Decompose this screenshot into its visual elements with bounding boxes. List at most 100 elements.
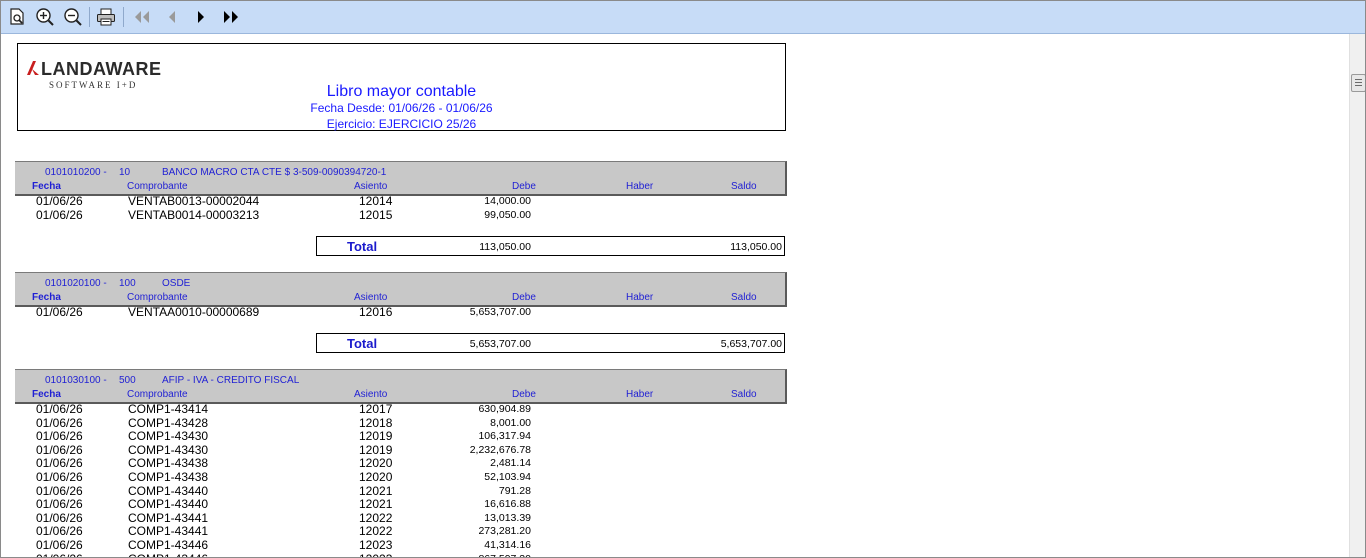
table-row: 01/06/26 VENTAB0014-00003213 12015 99,05… xyxy=(1,208,801,222)
row-comprobante: COMP1-43428 xyxy=(128,415,209,430)
table-row: 01/06/26 COMP1-43430 12019 2,232,676.78 xyxy=(1,443,801,457)
total-label: Total xyxy=(347,336,378,351)
zoom-in-icon[interactable] xyxy=(34,6,56,28)
column-header-debe: Debe xyxy=(512,292,536,303)
account-number: 10 xyxy=(119,167,131,178)
row-fecha: 01/06/26 xyxy=(36,497,83,512)
row-comprobante: COMP1-43438 xyxy=(128,456,209,471)
account-code: 0101020100 - xyxy=(45,278,107,289)
account-header: 0101030100 - 500 AFIP - IVA - CREDITO FI… xyxy=(15,369,787,404)
row-fecha: 01/06/26 xyxy=(36,524,83,539)
row-asiento: 12020 xyxy=(359,470,393,484)
account-header: 0101020100 - 100 OSDE Fecha Comprobante … xyxy=(15,272,787,307)
table-row: 01/06/26 COMP1-43446 12023 41,314.16 xyxy=(1,538,801,552)
previous-page-icon[interactable] xyxy=(161,6,183,28)
row-debe: 867,597.30 xyxy=(431,553,531,557)
report-fiscal-year: Ejercicio: EJERCICIO 25/26 xyxy=(326,117,477,131)
row-asiento: 12019 xyxy=(359,442,393,457)
row-asiento: 12019 xyxy=(359,429,393,444)
preview-page-icon[interactable] xyxy=(6,6,28,28)
first-page-icon[interactable] xyxy=(131,6,153,28)
row-comprobante: VENTAB0013-00002044 xyxy=(128,194,260,208)
scrollbar-thumb[interactable] xyxy=(1351,74,1365,92)
total-debe: 5,653,707.00 xyxy=(469,338,531,350)
table-row: 01/06/26 COMP1-43446 12023 867,597.30 xyxy=(1,552,801,557)
row-comprobante: COMP1-43441 xyxy=(128,524,209,539)
table-row: 01/06/26 COMP1-43430 12019 106,317.94 xyxy=(1,429,801,443)
row-asiento: 12022 xyxy=(359,510,393,525)
row-fecha: 01/06/26 xyxy=(36,552,83,557)
account-name: AFIP - IVA - CREDITO FISCAL xyxy=(162,375,300,386)
row-comprobante: VENTAB0014-00003213 xyxy=(128,208,260,222)
column-header-asiento: Asiento xyxy=(354,389,388,400)
table-row: 01/06/26 COMP1-43438 12020 52,103.94 xyxy=(1,470,801,484)
row-fecha: 01/06/26 xyxy=(36,442,83,457)
row-asiento: 12014 xyxy=(359,194,393,208)
column-header-haber: Haber xyxy=(626,389,654,400)
toolbar-separator xyxy=(123,7,124,27)
table-row: 01/06/26 COMP1-43441 12022 13,013.39 xyxy=(1,511,801,525)
total-saldo: 113,050.00 xyxy=(730,241,782,253)
column-header-comprobante: Comprobante xyxy=(127,181,188,192)
row-debe: 106,317.94 xyxy=(478,430,531,443)
row-asiento: 12016 xyxy=(359,305,393,319)
table-row: 01/06/26 COMP1-43440 12021 791.28 xyxy=(1,484,801,498)
row-comprobante: COMP1-43430 xyxy=(128,429,209,444)
column-header-saldo: Saldo xyxy=(731,389,757,400)
account-header: 0101010200 - 10 BANCO MACRO CTA CTE $ 3-… xyxy=(15,161,787,196)
total-saldo: 5,653,707.00 xyxy=(720,338,782,350)
account-number: 100 xyxy=(119,278,136,289)
vertical-scrollbar[interactable] xyxy=(1349,34,1365,557)
account-number: 500 xyxy=(119,375,136,386)
row-comprobante: VENTAA0010-00000689 xyxy=(128,305,260,319)
row-fecha: 01/06/26 xyxy=(36,402,83,416)
row-fecha: 01/06/26 xyxy=(36,415,83,430)
row-asiento: 12023 xyxy=(359,552,392,557)
column-header-asiento: Asiento xyxy=(354,292,388,303)
row-comprobante: COMP1-43446 xyxy=(128,538,209,552)
row-debe: 99,050.00 xyxy=(484,209,531,221)
total-debe: 113,050.00 xyxy=(479,241,531,253)
row-debe: 2,232,676.78 xyxy=(469,443,531,456)
row-debe: 52,103.94 xyxy=(484,471,531,483)
report-preview-window: LANDAWARE SOFTWARE I+D Libro mayor conta… xyxy=(0,0,1366,558)
account-total: Total 113,050.00 113,050.00 xyxy=(316,236,785,256)
row-asiento: 12020 xyxy=(359,456,393,471)
column-header-asiento: Asiento xyxy=(354,181,388,192)
account-code: 0101030100 - xyxy=(45,375,107,386)
zoom-out-icon[interactable] xyxy=(62,6,84,28)
account-code: 0101010200 - xyxy=(45,167,107,178)
column-header-debe: Debe xyxy=(512,181,536,192)
row-comprobante: COMP1-43440 xyxy=(128,497,209,512)
toolbar-separator xyxy=(89,7,90,27)
report-title: Libro mayor contable xyxy=(326,83,477,100)
table-row: 01/06/26 COMP1-43414 12017 630,904.89 xyxy=(1,402,801,416)
print-icon[interactable] xyxy=(95,6,117,28)
row-fecha: 01/06/26 xyxy=(36,194,83,208)
row-debe: 630,904.89 xyxy=(478,403,531,415)
row-asiento: 12017 xyxy=(359,402,393,416)
next-page-icon[interactable] xyxy=(190,6,212,28)
total-label: Total xyxy=(347,239,378,254)
column-header-debe: Debe xyxy=(512,389,536,400)
row-asiento: 12021 xyxy=(359,497,393,512)
row-debe: 273,281.20 xyxy=(478,525,531,538)
row-fecha: 01/06/26 xyxy=(36,429,83,444)
row-fecha: 01/06/26 xyxy=(36,208,83,222)
row-comprobante: COMP1-43446 xyxy=(128,552,208,557)
account-total: Total 5,653,707.00 5,653,707.00 xyxy=(316,333,785,353)
column-header-haber: Haber xyxy=(626,181,654,192)
row-debe: 5,653,707.00 xyxy=(469,306,531,318)
column-header-comprobante: Comprobante xyxy=(127,389,188,400)
table-row: 01/06/26 COMP1-43441 12022 273,281.20 xyxy=(1,524,801,538)
row-asiento: 12022 xyxy=(359,524,393,539)
account-name: BANCO MACRO CTA CTE $ 3-509-0090394720-1 xyxy=(162,167,387,178)
row-debe: 16,616.88 xyxy=(484,498,531,511)
column-header-haber: Haber xyxy=(626,292,654,303)
account-name: OSDE xyxy=(162,278,191,289)
row-debe: 41,314.16 xyxy=(484,539,531,551)
last-page-icon[interactable] xyxy=(220,6,242,28)
column-header-fecha: Fecha xyxy=(32,181,61,192)
row-comprobante: COMP1-43438 xyxy=(128,470,209,484)
row-comprobante: COMP1-43440 xyxy=(128,483,209,498)
